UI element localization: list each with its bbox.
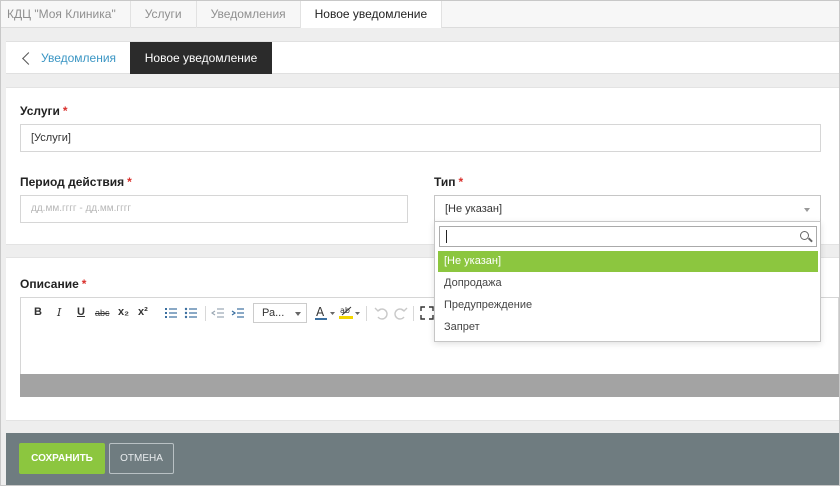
dropdown-option[interactable]: Допродажа [438,273,818,294]
chevron-left-icon [22,51,35,65]
description-label: Описание * [20,277,87,291]
strikethrough-button[interactable]: abc [95,308,110,318]
text-cursor [446,230,447,243]
crumb-new-notification[interactable]: Новое уведомление [300,1,443,28]
services-label: Услуги * [20,104,68,118]
services-input[interactable]: [Услуги] [20,124,821,152]
type-select[interactable]: [Не указан] [434,195,821,223]
italic-button[interactable]: I [57,306,61,319]
period-label: Период действия * [20,175,132,189]
outdent-icon[interactable] [210,306,225,323]
undo-icon[interactable] [374,306,388,323]
search-icon [800,231,809,240]
superscript-button[interactable]: x² [138,306,148,318]
crumb-services[interactable]: Услуги [131,1,197,28]
required-mark: * [458,175,464,189]
subscript-button[interactable]: x₂ [118,306,129,318]
chevron-down-icon [804,208,810,212]
tab-new-notification[interactable]: Новое уведомление [130,42,272,74]
save-button[interactable]: СОХРАНИТЬ [19,443,105,474]
dropdown-search-input[interactable] [439,226,817,247]
period-input[interactable]: дд.мм.гггг - дд.мм.гггг [20,195,408,223]
type-dropdown: [Не указан] Допродажа Предупреждение Зап… [434,221,821,342]
toolbar-divider [366,306,367,321]
ordered-list-icon[interactable] [164,306,178,323]
type-label: Тип * [434,175,464,189]
chevron-down-icon [295,312,301,316]
toolbar-divider [413,306,414,321]
top-breadcrumb-bar: КДЦ "Моя Клиника" Услуги Уведомления Нов… [1,1,839,28]
type-select-value: [Не указан] [445,203,503,215]
dropdown-option[interactable]: [Не указан] [438,251,818,272]
bold-button[interactable]: B [34,306,42,318]
svg-text:A: A [316,305,325,319]
required-mark: * [62,104,68,118]
underline-button[interactable]: U [77,306,85,318]
fullscreen-icon[interactable] [420,306,434,323]
bullet-list-icon[interactable] [184,306,198,323]
required-mark: * [127,175,132,189]
form-footer: СОХРАНИТЬ ОТМЕНА [6,433,839,485]
sub-header: Уведомления Новое уведомление [6,41,839,74]
paragraph-format-value: Ра... [262,307,285,319]
dropdown-option[interactable]: Запрет [438,317,818,338]
text-color-icon[interactable]: A [315,305,337,324]
indent-icon[interactable] [231,306,245,323]
highlight-color-icon[interactable]: ab [339,304,363,324]
crumb-notifications[interactable]: Уведомления [197,1,301,28]
redo-icon[interactable] [394,306,408,323]
required-mark: * [81,277,87,291]
cancel-button[interactable]: ОТМЕНА [109,443,174,474]
dropdown-option[interactable]: Предупреждение [438,295,818,316]
back-link-label: Уведомления [41,51,117,65]
toolbar-divider [205,306,206,321]
back-link-notifications[interactable]: Уведомления [22,42,117,74]
crumb-clinic[interactable]: КДЦ "Моя Клиника" [1,1,131,28]
paragraph-format-select[interactable]: Ра... [253,303,307,323]
svg-text:ab: ab [340,306,350,315]
editor-resize-bar[interactable] [20,374,839,397]
app-window: КДЦ "Моя Клиника" Услуги Уведомления Нов… [0,0,840,486]
